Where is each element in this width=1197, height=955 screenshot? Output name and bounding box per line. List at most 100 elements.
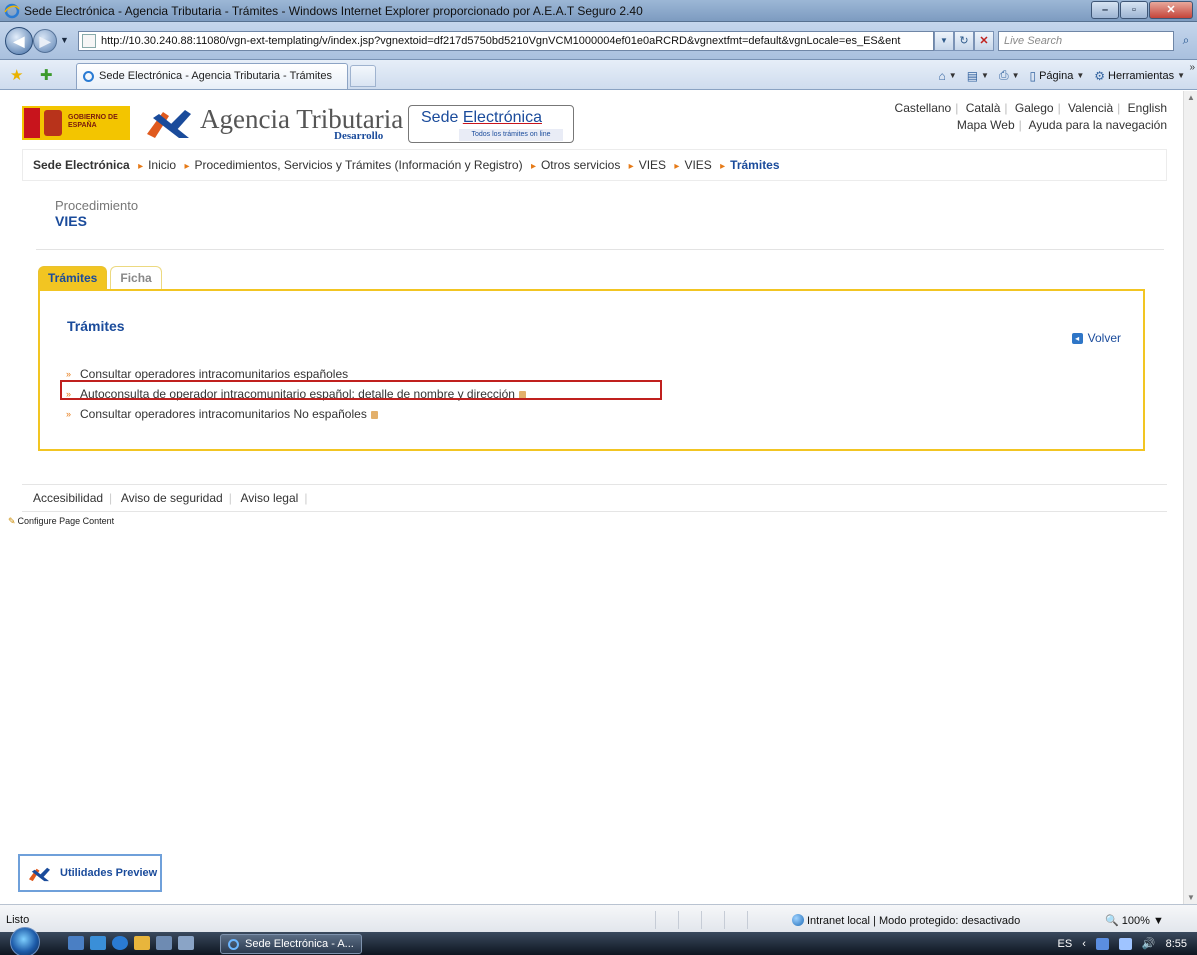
tramite-link[interactable]: » Consultar operadores intracomunitarios… <box>66 365 526 385</box>
lang-galego[interactable]: Galego <box>1015 101 1054 115</box>
lang-castellano[interactable]: Castellano <box>895 101 952 115</box>
bullet-arrow-icon: » <box>66 369 72 379</box>
window-titlebar: Sede Electrónica - Agencia Tributaria - … <box>0 0 1197 22</box>
lang-valencia[interactable]: Valencià <box>1068 101 1113 115</box>
configure-page-content[interactable]: ✎ Configure Page Content <box>8 516 114 527</box>
tramite-link[interactable]: » Consultar operadores intracomunitarios… <box>66 405 526 425</box>
site-header: GOBIERNO DE ESPAÑA Agencia Tributaria De… <box>10 96 1169 146</box>
gobierno-logo[interactable]: GOBIERNO DE ESPAÑA <box>22 106 130 140</box>
breadcrumb-item[interactable]: Otros servicios <box>541 158 620 172</box>
taskbar-ie-window[interactable]: Sede Electrónica - A... <box>220 934 362 954</box>
app-icon[interactable] <box>178 936 194 950</box>
gear-icon: ⚙ <box>1094 68 1106 83</box>
print-button[interactable]: ⎙ ▼ <box>999 68 1020 83</box>
address-dropdown-icon[interactable]: ▼ <box>934 31 954 51</box>
chevron-icon[interactable]: » <box>1189 62 1195 73</box>
utilidades-label: Utilidades Preview <box>60 867 158 879</box>
breadcrumb-root[interactable]: Sede Electrónica <box>33 158 130 172</box>
breadcrumb-item[interactable]: VIES <box>639 158 666 172</box>
address-url: http://10.30.240.88:11080/vgn-ext-templa… <box>101 35 901 47</box>
history-dropdown-icon[interactable]: ▼ <box>60 35 69 45</box>
procedure-name: VIES <box>55 213 87 229</box>
tramite-link[interactable]: » Autoconsulta de operador intracomunita… <box>66 385 526 405</box>
procedure-label: Procedimiento <box>55 198 139 213</box>
scroll-up-icon[interactable]: ▲ <box>1186 93 1196 102</box>
language-links: Castellano | Català | Galego | Valencià | En… <box>894 101 1167 132</box>
tab-tramites[interactable]: Trámites <box>38 266 108 290</box>
address-input[interactable]: http://10.30.240.88:11080/vgn-ext-templa… <box>78 31 934 51</box>
back-arrow-icon: ◂ <box>1071 332 1083 344</box>
feeds-button[interactable]: ▤ ▼ <box>967 69 989 83</box>
ie-icon <box>4 3 20 19</box>
tray-app-icon[interactable] <box>1095 937 1109 950</box>
print-icon: ⎙ <box>998 68 1009 82</box>
language-indicator[interactable]: ES <box>1058 938 1073 950</box>
page-menu[interactable]: ▯ Página ▼ <box>1029 69 1084 83</box>
tray-chevron-icon[interactable]: ‹ <box>1082 938 1086 950</box>
network-tray-icon[interactable] <box>1118 937 1132 950</box>
tramites-list: » Consultar operadores intracomunitarios… <box>66 365 526 425</box>
show-desktop-icon[interactable] <box>68 936 84 950</box>
maximize-button[interactable]: ▫ <box>1120 1 1148 19</box>
volver-link[interactable]: ◂ Volver <box>1071 331 1121 345</box>
breadcrumb-item[interactable]: Inicio <box>148 158 176 172</box>
close-button[interactable]: ✕ <box>1149 1 1193 19</box>
stop-icon[interactable]: ✕ <box>974 31 994 51</box>
sede-logo[interactable]: Sede Electrónica Todos los trámites on l… <box>408 105 574 143</box>
tools-menu[interactable]: ⚙ Herramientas ▼ <box>1094 69 1185 83</box>
status-cells <box>655 911 770 929</box>
zoom-control[interactable]: 🔍 100% ▼ <box>1105 914 1164 927</box>
browser-tab[interactable]: Sede Electrónica - Agencia Tributaria - … <box>76 63 348 89</box>
pencil-icon: ✎ <box>8 516 16 526</box>
rss-icon: ▤ <box>966 68 979 83</box>
page-viewport: GOBIERNO DE ESPAÑA Agencia Tributaria De… <box>0 91 1183 904</box>
panel-title: Trámites <box>67 318 125 334</box>
breadcrumb: Sede Electrónica ▸ Inicio ▸ Procedimientos… <box>22 149 1167 181</box>
footer-link-aviso-legal[interactable]: Aviso legal <box>241 491 299 505</box>
sede-title: Sede Electrónica <box>421 109 542 126</box>
lang-catala[interactable]: Català <box>966 101 1001 115</box>
start-button[interactable] <box>10 927 40 955</box>
utilidades-preview-button[interactable]: Utilidades Preview <box>18 854 162 892</box>
minimize-button[interactable]: – <box>1091 1 1119 19</box>
agency-subtitle: Desarrollo <box>334 130 384 142</box>
folder-icon[interactable] <box>134 936 150 950</box>
search-input[interactable]: Live Search <box>998 31 1174 51</box>
back-button[interactable]: ◀ <box>5 27 33 55</box>
bullet-arrow-icon: » <box>66 389 72 399</box>
footer-link-accesibilidad[interactable]: Accesibilidad <box>33 491 103 505</box>
globe-icon <box>792 914 804 926</box>
page-menu-icon: ▯ <box>1029 68 1037 83</box>
site-map-link[interactable]: Mapa Web <box>957 118 1015 132</box>
home-icon: ⌂ <box>938 68 946 83</box>
refresh-icon[interactable]: ↻ <box>954 31 974 51</box>
add-favorite-icon[interactable]: ✚ <box>40 66 53 84</box>
aeat-logo-icon[interactable] <box>145 106 191 140</box>
new-tab-button[interactable] <box>350 65 376 87</box>
search-icon[interactable]: ⌕ <box>1176 31 1196 51</box>
breadcrumb-item[interactable]: VIES <box>684 158 711 172</box>
address-toolbar: ◀ ▶ ▼ http://10.30.240.88:11080/vgn-ext-… <box>0 22 1197 60</box>
page-icon <box>82 34 96 48</box>
command-bar: ⌂ ▼ ▤ ▼ ⎙ ▼ ▯ Página ▼ ⚙ Herramientas ▼ <box>939 68 1185 83</box>
tab-ficha[interactable]: Ficha <box>110 266 162 290</box>
vertical-scrollbar[interactable]: ▲ ▼ <box>1183 91 1197 904</box>
clock[interactable]: 8:55 <box>1166 938 1187 950</box>
forward-button[interactable]: ▶ <box>33 29 57 53</box>
navigation-help-link[interactable]: Ayuda para la navegación <box>1028 118 1167 132</box>
lock-icon <box>518 390 526 399</box>
security-zone[interactable]: Intranet local | Modo protegido: desacti… <box>792 914 1020 927</box>
footer-link-aviso-seguridad[interactable]: Aviso de seguridad <box>121 491 223 505</box>
network-icon[interactable] <box>156 936 172 950</box>
breadcrumb-item[interactable]: Procedimientos, Servicios y Trámites (In… <box>194 158 522 172</box>
tab-bar: ★ ✚ Sede Electrónica - Agencia Tributari… <box>0 60 1197 90</box>
lang-english[interactable]: English <box>1128 101 1167 115</box>
tramites-panel: Trámites ◂ Volver » Consultar operadores… <box>38 289 1145 451</box>
scroll-down-icon[interactable]: ▼ <box>1186 893 1196 902</box>
ie-icon <box>228 939 239 950</box>
ie-quicklaunch-icon[interactable] <box>112 936 128 950</box>
switch-windows-icon[interactable] <box>90 936 106 950</box>
home-button[interactable]: ⌂ ▼ <box>939 69 957 83</box>
volume-icon[interactable]: 🔊 <box>1142 937 1156 950</box>
favorites-star-icon[interactable]: ★ <box>10 66 23 84</box>
